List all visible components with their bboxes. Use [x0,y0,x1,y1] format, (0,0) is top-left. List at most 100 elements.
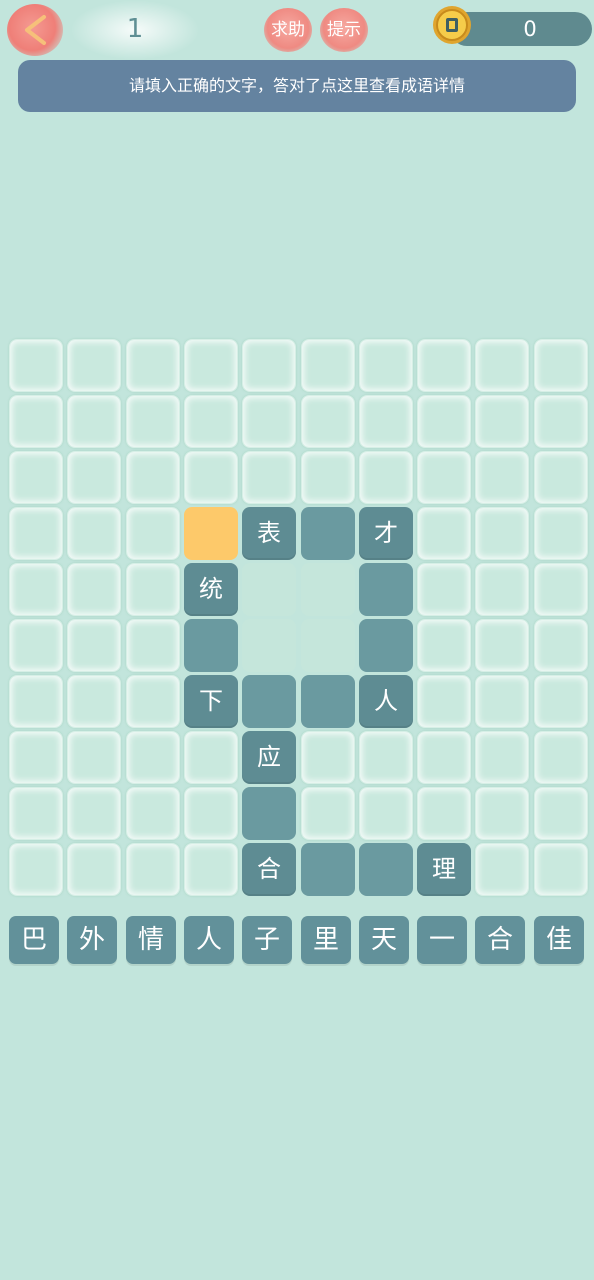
grid-cell-empty [9,675,63,728]
grid-cell-empty [184,731,238,784]
grid-cell-empty [359,339,413,392]
grid-cell-empty [9,395,63,448]
grid-cell-empty [242,395,296,448]
grid-cell-given: 人 [359,675,413,728]
coin-icon [433,6,471,44]
grid-cell-empty [184,451,238,504]
grid-cell-empty [301,787,355,840]
grid-cell-empty [126,787,180,840]
grid-cell-blank[interactable] [301,507,355,560]
grid-cell-empty [184,787,238,840]
grid-cell-empty [67,451,121,504]
grid-cell-empty [126,731,180,784]
grid-cell-empty [126,619,180,672]
grid-cell-empty [67,843,121,896]
grid-cell-empty [534,563,588,616]
grid-cell-empty [67,395,121,448]
grid-cell-empty [475,395,529,448]
grid-cell-blank[interactable] [242,787,296,840]
grid-cell-given: 理 [417,843,471,896]
choice-character[interactable]: 天 [359,916,409,964]
grid-cell-empty [417,787,471,840]
grid-cell-empty [417,395,471,448]
grid-cell-empty [534,675,588,728]
grid-cell-empty [184,395,238,448]
grid-cell-given: 表 [242,507,296,560]
help-button[interactable]: 求助 [264,8,312,52]
grid-cell-empty [9,563,63,616]
grid-cell-empty [417,451,471,504]
hint-button[interactable]: 提示 [320,8,368,52]
grid-cell-empty [359,395,413,448]
grid-cell-blank[interactable] [301,619,355,672]
grid-cell-selected[interactable] [184,507,238,560]
grid-cell-empty [475,731,529,784]
grid-cell-empty [67,339,121,392]
grid-cell-empty [475,339,529,392]
grid-cell-empty [534,507,588,560]
grid-cell-empty [475,843,529,896]
grid-cell-given: 统 [184,563,238,616]
choice-character[interactable]: 人 [184,916,234,964]
choice-character[interactable]: 一 [417,916,467,964]
grid-cell-given: 应 [242,731,296,784]
grid-cell-empty [9,339,63,392]
back-button[interactable] [7,4,63,56]
grid-cell-blank[interactable] [301,675,355,728]
grid-cell-blank[interactable] [359,563,413,616]
grid-cell-empty [67,787,121,840]
grid-cell-empty [9,843,63,896]
grid-cell-empty [417,507,471,560]
choice-character[interactable]: 佳 [534,916,584,964]
choice-character[interactable]: 合 [475,916,525,964]
grid-cell-blank[interactable] [359,619,413,672]
grid-cell-empty [534,339,588,392]
grid-cell-blank[interactable] [242,675,296,728]
grid-cell-blank[interactable] [359,843,413,896]
choice-character[interactable]: 情 [126,916,176,964]
grid-cell-empty [534,843,588,896]
grid-cell-empty [126,339,180,392]
grid-cell-empty [126,395,180,448]
back-arrow-icon [25,15,46,45]
grid-cell-empty [126,563,180,616]
grid-cell-empty [301,451,355,504]
grid-cell-empty [417,675,471,728]
grid-cell-empty [417,563,471,616]
grid-cell-empty [475,619,529,672]
grid-cell-empty [475,675,529,728]
choice-character[interactable]: 子 [242,916,292,964]
grid-cell-blank[interactable] [301,843,355,896]
grid-cell-blank[interactable] [184,619,238,672]
grid-cell-empty [9,619,63,672]
grid-cell-blank[interactable] [242,563,296,616]
grid-cell-empty [184,339,238,392]
choice-character[interactable]: 里 [301,916,351,964]
coin-count: 0 [523,17,537,41]
choice-character[interactable]: 外 [67,916,117,964]
grid-cell-empty [242,339,296,392]
grid-cell-given: 才 [359,507,413,560]
grid-cell-blank[interactable] [301,563,355,616]
choice-character[interactable]: 巴 [9,916,59,964]
grid-cell-given: 下 [184,675,238,728]
grid-cell-empty [475,787,529,840]
grid-cell-empty [534,395,588,448]
grid-cell-empty [126,507,180,560]
grid-cell-empty [67,619,121,672]
grid-cell-empty [534,787,588,840]
grid-cell-empty [67,731,121,784]
grid-cell-blank[interactable] [242,619,296,672]
grid-cell-empty [9,731,63,784]
grid-cell-empty [126,675,180,728]
grid-cell-empty [534,451,588,504]
grid-cell-empty [417,619,471,672]
grid-cell-empty [359,787,413,840]
grid-cell-empty [9,507,63,560]
grid-cell-empty [534,731,588,784]
grid-cell-empty [67,507,121,560]
grid-cell-empty [126,451,180,504]
grid-cell-empty [417,731,471,784]
grid-cell-empty [417,339,471,392]
idiom-details-banner[interactable]: 请填入正确的文字，答对了点这里查看成语详情 [18,60,576,112]
